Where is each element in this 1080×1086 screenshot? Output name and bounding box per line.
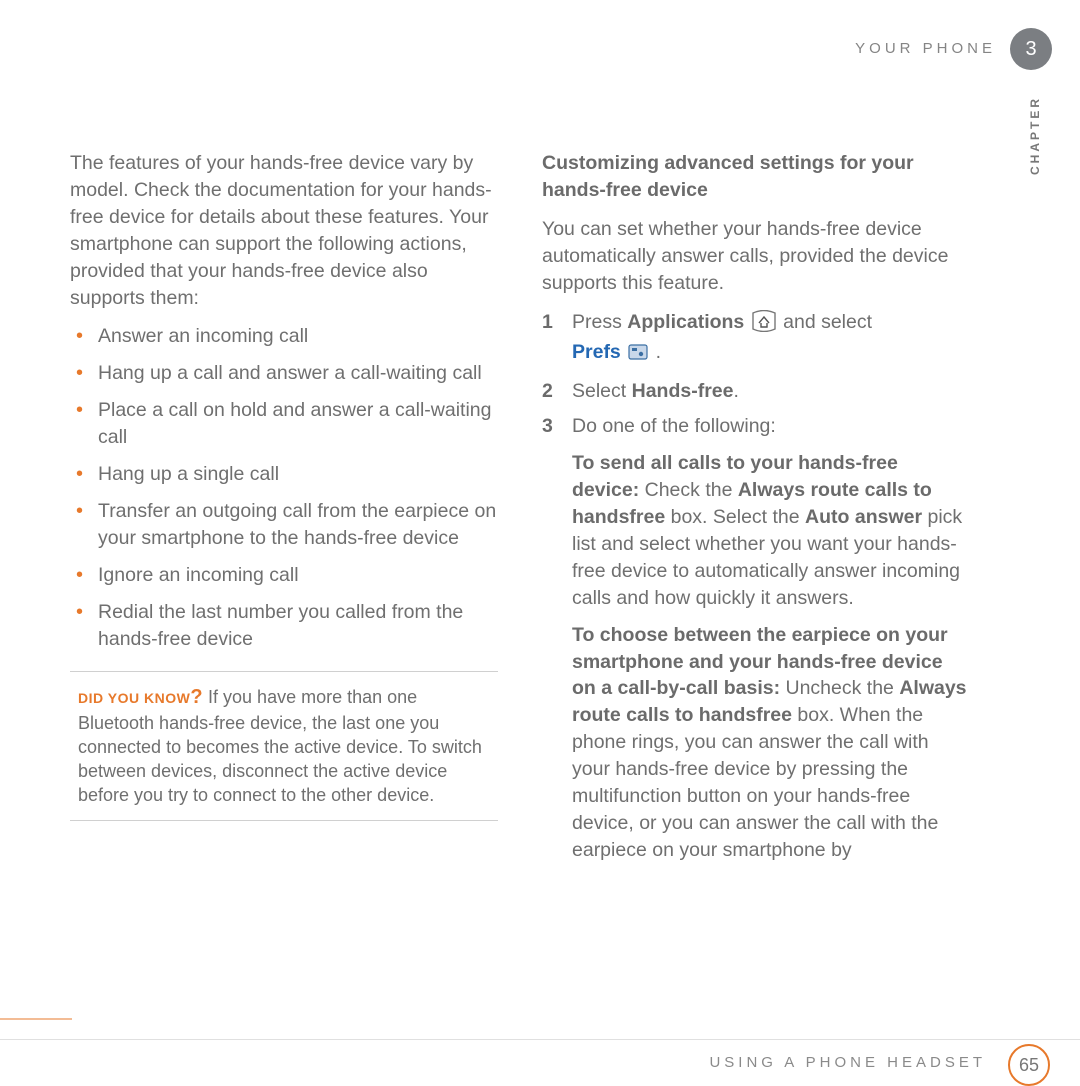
list-item: Transfer an outgoing call from the earpi…: [70, 498, 498, 552]
step-text: Select: [572, 380, 632, 402]
list-item: Answer an incoming call: [70, 323, 498, 350]
tip-prefix: DID YOU KNOW: [78, 690, 190, 706]
option-a-text: Check the: [645, 479, 738, 501]
did-you-know-box: DID YOU KNOW? If you have more than one …: [70, 671, 498, 821]
section-intro: You can set whether your hands-free devi…: [542, 216, 970, 297]
option-b-text: Uncheck the: [786, 677, 900, 699]
step-text: Do one of the following:: [572, 415, 776, 437]
tip-question-mark: ?: [190, 686, 203, 708]
list-item: Place a call on hold and answer a call-w…: [70, 397, 498, 451]
steps-list: 1 Press Applications and select Prefs . …: [542, 309, 970, 441]
page: YOUR PHONE 3 CHAPTER The features of you…: [0, 0, 1080, 1080]
option-block-a: To send all calls to your hands-free dev…: [542, 450, 970, 611]
handsfree-label: Hands-free: [632, 380, 734, 402]
chapter-number-badge: 3: [1010, 28, 1052, 70]
step-1: 1 Press Applications and select Prefs .: [542, 309, 970, 371]
applications-label: Applications: [627, 311, 744, 333]
feature-list: Answer an incoming call Hang up a call a…: [70, 323, 498, 652]
footer-section-label: USING A PHONE HEADSET: [709, 1054, 986, 1071]
step-number: 1: [542, 309, 553, 336]
step-text: .: [734, 380, 739, 402]
chapter-side-label: CHAPTER: [1028, 96, 1042, 175]
left-column: The features of your hands-free device v…: [70, 150, 498, 864]
home-icon: [750, 310, 778, 340]
list-item: Hang up a single call: [70, 461, 498, 488]
auto-answer-label: Auto answer: [805, 506, 922, 528]
option-b-text: box. When the phone rings, you can answe…: [572, 704, 938, 861]
option-a-text: box. Select the: [665, 506, 805, 528]
list-item: Hang up a call and answer a call-waiting…: [70, 360, 498, 387]
step-text: .: [650, 341, 661, 363]
option-block-b: To choose between the earpiece on your s…: [542, 622, 970, 864]
step-number: 3: [542, 413, 553, 440]
page-footer: USING A PHONE HEADSET 65: [0, 1039, 1080, 1050]
step-number: 2: [542, 378, 553, 405]
content-columns: The features of your hands-free device v…: [70, 150, 970, 864]
footer-accent-rule: [0, 1018, 72, 1020]
list-item: Redial the last number you called from t…: [70, 599, 498, 653]
step-2: 2 Select Hands-free.: [542, 378, 970, 405]
section-heading: Customizing advanced settings for your h…: [542, 150, 970, 204]
list-item: Ignore an incoming call: [70, 562, 498, 589]
intro-paragraph: The features of your hands-free device v…: [70, 150, 498, 311]
prefs-icon: [626, 342, 650, 370]
header-section-label: YOUR PHONE: [855, 40, 996, 57]
step-text: and select: [783, 311, 872, 333]
right-column: Customizing advanced settings for your h…: [542, 150, 970, 864]
prefs-label: Prefs: [572, 341, 621, 363]
step-text: Press: [572, 311, 627, 333]
step-3: 3 Do one of the following:: [542, 413, 970, 440]
